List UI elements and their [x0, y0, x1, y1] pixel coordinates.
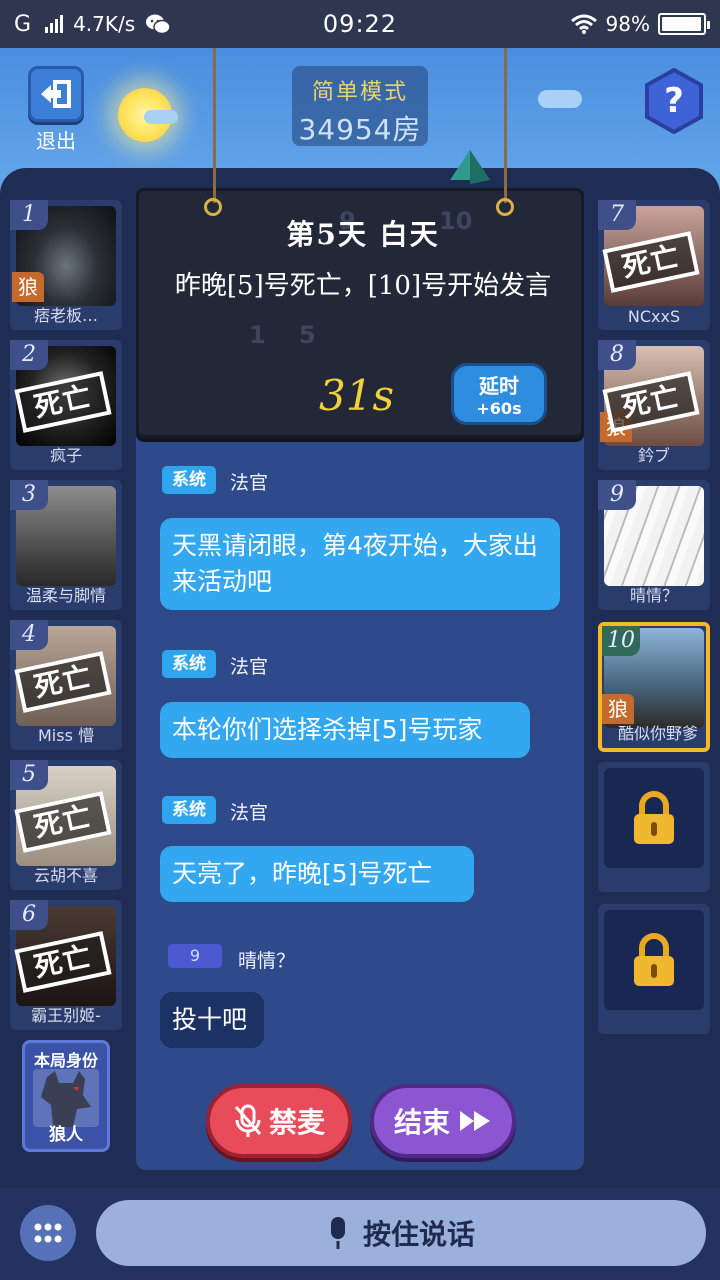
message-sender: 晴情？: [238, 950, 296, 972]
seat-number: 1: [10, 200, 48, 230]
werewolf-icon: [33, 1069, 99, 1127]
player-seat-6[interactable]: 6 死亡 霸王别姬-: [10, 900, 122, 1030]
seat-number: 6: [10, 900, 48, 930]
player-name: NCxxS: [627, 307, 681, 326]
seat-number: 8: [598, 340, 636, 370]
grid-dots-icon: [34, 1223, 62, 1243]
mute-button[interactable]: 禁麦: [206, 1084, 352, 1158]
ghost-vote-number: 1: [249, 321, 266, 349]
pyramid-icon: [450, 150, 490, 184]
player-name: 云胡不喜: [33, 866, 98, 885]
ghost-vote-number: 5: [299, 321, 316, 349]
chat-bubble: 投十吧: [160, 992, 264, 1048]
player-name: 霸王别姬-: [31, 1006, 101, 1025]
player-seat-10[interactable]: 10 狼 酷似你野爹: [598, 622, 710, 752]
player-seat-3[interactable]: 3 温柔与脚情: [10, 480, 122, 610]
day-board: 1 5 9 10 第5天 白天 昨晚[5]号死亡，[10]号开始发言 31s 延…: [136, 188, 584, 438]
player-name: 晴情？: [629, 586, 678, 605]
system-badge: 系统: [162, 466, 216, 494]
identity-card[interactable]: 本局身份 狼人: [22, 1040, 110, 1152]
message-sender: 法官: [230, 472, 269, 494]
seat-number: 4: [10, 620, 48, 650]
player-name: Miss 懵: [37, 726, 94, 745]
menu-grid-button[interactable]: [20, 1205, 76, 1261]
identity-role: 狼人: [49, 1125, 83, 1145]
signal-icon: [45, 15, 64, 33]
end-turn-button[interactable]: 结束: [370, 1084, 516, 1158]
extend-label: 延时: [479, 374, 519, 398]
end-label: 结束: [393, 1106, 450, 1139]
seat-number: 5: [10, 760, 48, 790]
push-to-talk-button[interactable]: 按住说话: [96, 1200, 706, 1266]
system-badge: 系统: [162, 796, 216, 824]
cloud-icon: [538, 90, 582, 108]
message-sender: 法官: [230, 656, 269, 678]
speak-timer: 31s: [319, 371, 394, 420]
locked-seat[interactable]: [598, 762, 710, 892]
wolf-tag: 狼: [12, 272, 44, 302]
chat-bubble: 本轮你们选择杀掉[5]号玩家: [160, 702, 530, 758]
player-name: 疯子: [49, 446, 82, 465]
game-mode: 简单模式: [311, 80, 408, 105]
battery-percent: 98%: [605, 12, 650, 36]
lock-icon: [634, 791, 674, 844]
day-title: 第5天 白天: [286, 218, 440, 251]
fast-forward-icon: [460, 1111, 490, 1131]
ring: [496, 198, 514, 216]
player-name: 痞老板…: [33, 306, 98, 325]
room-info: 简单模式 34954房: [292, 66, 428, 146]
chat-bubble: 天黑请闭眼，第4夜开始，大家出来活动吧: [160, 518, 560, 610]
system-badge: 系统: [162, 650, 216, 678]
lock-slot: [604, 768, 704, 868]
player-number-badge: 9: [168, 944, 222, 968]
wechat-icon: [146, 14, 171, 35]
locked-seat[interactable]: [598, 904, 710, 1034]
player-seat-9[interactable]: 9 晴情？: [598, 480, 710, 610]
identity-title: 本局身份: [33, 1051, 98, 1070]
player-seat-2[interactable]: 2 死亡 疯子: [10, 340, 122, 470]
chat-bubble: 天亮了，昨晚[5]号死亡: [160, 846, 474, 902]
lock-icon: [634, 933, 674, 986]
rope: [213, 48, 216, 203]
player-seat-1[interactable]: 1 狼 痞老板…: [10, 200, 122, 330]
status-bar: G 4.7K/s 09:22 98%: [0, 0, 720, 48]
mic-off-icon: [234, 1104, 262, 1137]
message-sender: 法官: [230, 802, 269, 824]
network-speed: 4.7K/s: [73, 12, 136, 36]
help-button[interactable]: ?: [644, 68, 704, 134]
seat-number: 3: [10, 480, 48, 510]
carrier-label: G: [14, 11, 32, 37]
day-message: 昨晚[5]号死亡，[10]号开始发言: [174, 271, 552, 301]
ring: [204, 198, 222, 216]
talk-label: 按住说话: [362, 1218, 475, 1251]
seat-number: 10: [602, 626, 640, 656]
rope: [504, 48, 507, 203]
battery-icon: [658, 13, 710, 35]
player-seat-7[interactable]: 7 死亡 NCxxS: [598, 200, 710, 330]
player-seat-5[interactable]: 5 死亡 云胡不喜: [10, 760, 122, 890]
seat-number: 2: [10, 340, 48, 370]
exit-button[interactable]: [28, 66, 84, 122]
microphone-icon: [330, 1217, 345, 1249]
player-name: 温柔与脚情: [25, 586, 106, 605]
cloud-icon: [144, 110, 178, 124]
clock: 09:22: [322, 10, 398, 38]
seat-number: 7: [598, 200, 636, 230]
exit-label: 退出: [36, 129, 76, 153]
room-number: 34954房: [298, 113, 422, 146]
wifi-icon: [570, 14, 597, 34]
player-name: 酷似你野爹: [617, 724, 698, 743]
seat-number: 9: [598, 480, 636, 510]
player-name: 鈐ブ: [637, 446, 670, 465]
extend-time-button[interactable]: 延时 +60s: [451, 363, 547, 425]
extend-amount: +60s: [476, 399, 522, 418]
svg-text:?: ?: [664, 81, 684, 121]
player-seat-4[interactable]: 4 死亡 Miss 懵: [10, 620, 122, 750]
mute-label: 禁麦: [268, 1106, 325, 1139]
exit-icon: [41, 80, 71, 108]
player-seat-8[interactable]: 8 狼 死亡 鈐ブ: [598, 340, 710, 470]
lock-slot: [604, 910, 704, 1010]
